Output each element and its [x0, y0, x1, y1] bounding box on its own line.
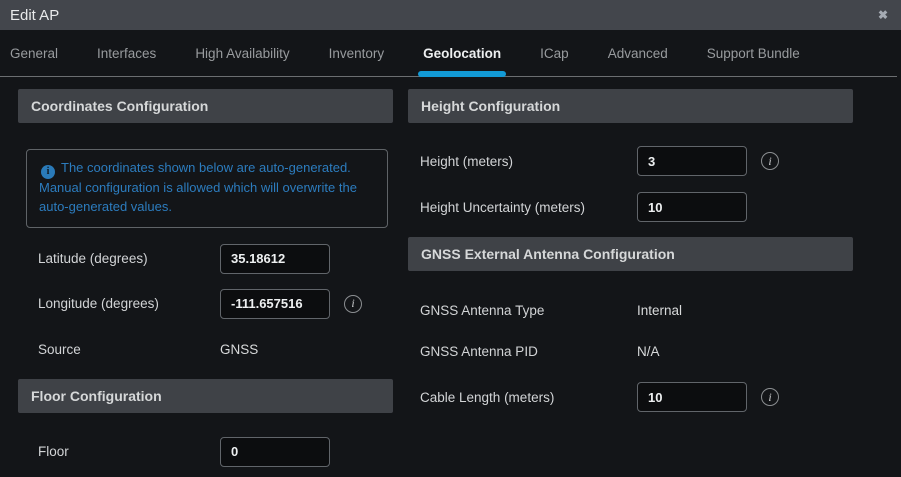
height-row: Height (meters) i — [408, 146, 853, 176]
height-uncertainty-input[interactable] — [637, 192, 747, 222]
source-row: Source GNSS — [18, 335, 393, 365]
gnss-antenna-type-row: GNSS Antenna Type Internal — [408, 295, 853, 325]
floor-section-header: Floor Configuration — [18, 378, 393, 413]
tab-interfaces[interactable]: Interfaces — [97, 30, 156, 76]
height-section-header: Height Configuration — [408, 89, 853, 123]
gnss-antenna-pid-row: GNSS Antenna PID N/A — [408, 336, 853, 366]
edit-ap-dialog: Edit AP ✖ General Interfaces High Availa… — [0, 0, 901, 477]
gnss-antenna-pid-label: GNSS Antenna PID — [420, 343, 538, 359]
longitude-row: Longitude (degrees) i — [18, 288, 393, 319]
cable-length-row: Cable Length (meters) i — [408, 382, 853, 412]
tab-label: ICap — [540, 45, 569, 61]
longitude-info-icon[interactable]: i — [344, 294, 362, 313]
cable-length-label: Cable Length (meters) — [420, 389, 555, 405]
tab-label: Support Bundle — [706, 45, 800, 61]
tab-icap[interactable]: ICap — [540, 30, 569, 76]
gnss-section-header: GNSS External Antenna Configuration — [408, 237, 853, 271]
right-column: Height Configuration Height (meters) i H… — [408, 89, 853, 477]
height-label: Height (meters) — [420, 153, 514, 169]
tab-label: High Availability — [195, 45, 290, 61]
longitude-label: Longitude (degrees) — [38, 296, 159, 312]
cable-length-input[interactable] — [637, 382, 747, 412]
coordinates-section-header: Coordinates Configuration — [18, 89, 393, 123]
tab-inventory[interactable]: Inventory — [329, 30, 385, 76]
tab-bar: General Interfaces High Availability Inv… — [0, 30, 897, 77]
tab-geolocation[interactable]: Geolocation — [418, 30, 507, 77]
tab-label: Interfaces — [97, 45, 157, 61]
latitude-row: Latitude (degrees) — [18, 243, 393, 274]
floor-label: Floor — [38, 444, 69, 460]
source-value: GNSS — [220, 342, 259, 358]
geolocation-panel: Coordinates Configuration i The coordinat… — [0, 77, 901, 477]
gnss-antenna-type-label: GNSS Antenna Type — [420, 302, 545, 318]
tab-high-availability[interactable]: High Availability — [195, 30, 289, 76]
latitude-input[interactable] — [220, 243, 330, 274]
tab-support-bundle[interactable]: Support Bundle — [707, 30, 800, 76]
tab-advanced[interactable]: Advanced — [608, 30, 668, 76]
tab-label: Inventory — [328, 45, 385, 61]
tab-label: Geolocation — [423, 45, 502, 61]
gnss-antenna-type-value: Internal — [637, 302, 683, 318]
active-tab-underline — [418, 71, 507, 77]
gnss-antenna-pid-value: N/A — [637, 343, 660, 359]
height-info-icon[interactable]: i — [761, 152, 779, 170]
info-icon: i — [41, 165, 55, 180]
coordinates-info-note: i The coordinates shown below are auto-ge… — [26, 149, 388, 228]
height-uncertainty-label: Height Uncertainty (meters) — [420, 199, 586, 215]
cable-length-info-icon[interactable]: i — [761, 388, 779, 406]
source-label: Source — [38, 342, 81, 358]
floor-row: Floor — [18, 436, 393, 467]
tab-label: Advanced — [607, 45, 668, 61]
latitude-label: Latitude (degrees) — [38, 251, 148, 267]
height-uncertainty-row: Height Uncertainty (meters) — [408, 192, 853, 222]
tab-general[interactable]: General — [10, 30, 58, 76]
longitude-input[interactable] — [220, 288, 330, 319]
dialog-titlebar: Edit AP ✖ — [0, 0, 901, 30]
left-column: Coordinates Configuration i The coordinat… — [18, 89, 393, 477]
info-note-text: The coordinates shown below are auto-gen… — [39, 160, 357, 215]
height-input[interactable] — [637, 146, 747, 176]
floor-input[interactable] — [220, 436, 330, 467]
close-icon[interactable]: ✖ — [875, 7, 891, 23]
tab-label: General — [10, 45, 59, 61]
dialog-title: Edit AP — [10, 6, 60, 24]
